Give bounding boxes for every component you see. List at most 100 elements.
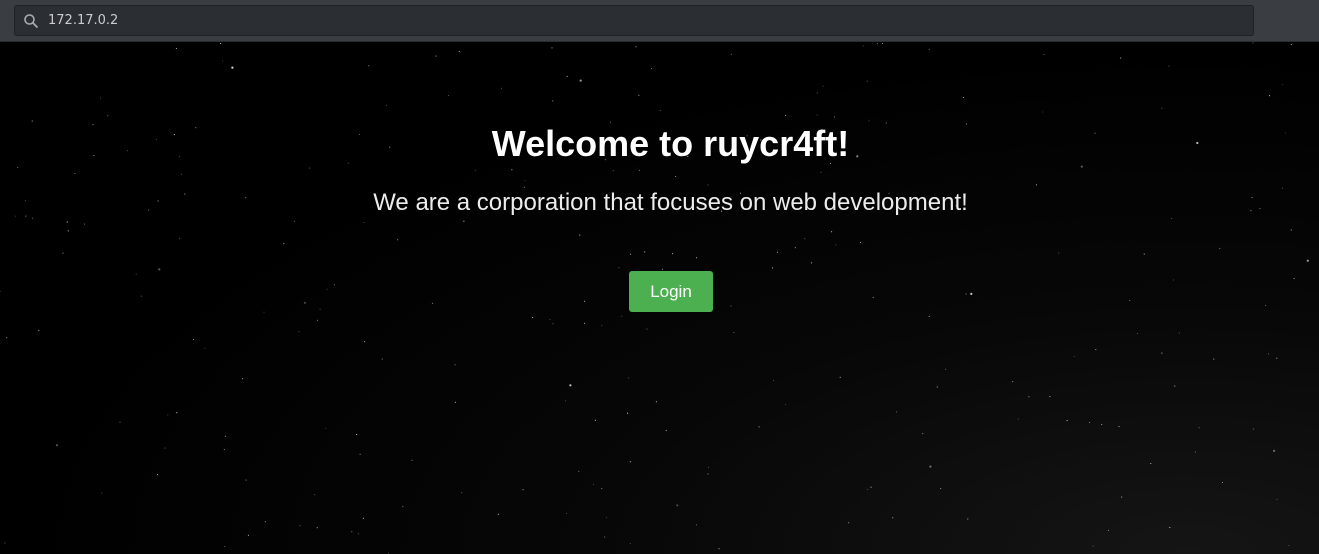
star [833,116,835,118]
star [578,470,580,472]
star [164,447,166,449]
star [363,222,365,224]
star [167,414,169,416]
star [839,376,841,378]
star [940,487,942,490]
star [820,171,822,173]
star [224,546,226,548]
star [303,301,306,304]
star [1035,184,1038,186]
star [314,494,316,496]
star [351,531,353,533]
star [326,288,328,290]
star [1107,529,1109,531]
search-icon [24,14,38,28]
star [870,486,872,488]
star [601,324,603,326]
login-button[interactable]: Login [629,271,713,312]
star [651,68,653,70]
star [882,42,884,45]
star [579,234,581,236]
star [358,533,360,535]
star [175,47,177,50]
star [626,412,629,414]
star [896,411,898,413]
star [119,421,121,423]
star [107,115,109,117]
star [772,379,775,381]
star [583,322,586,324]
star [221,60,224,62]
star [707,466,709,468]
star [454,401,456,403]
star [363,341,366,343]
star [601,488,603,490]
star [638,169,640,171]
star [707,184,709,186]
star [458,50,460,52]
star [140,295,142,297]
star [1101,424,1103,426]
star [231,66,234,69]
star [868,120,870,122]
star [264,521,266,523]
star [524,180,526,182]
star [804,238,806,240]
star [356,433,358,436]
star [1219,248,1221,250]
star [929,465,932,468]
star [1073,355,1075,358]
star [1143,253,1145,255]
star [1168,65,1170,67]
star [1066,420,1068,422]
star [876,43,878,45]
star [718,548,720,550]
star [928,48,930,51]
star [628,377,630,379]
star [1017,418,1019,420]
star [621,315,623,317]
star [224,435,226,437]
star [523,186,525,188]
star [579,79,582,82]
star [308,167,310,169]
star [178,237,180,239]
star [223,448,225,451]
star [552,100,554,102]
star [646,328,648,330]
star [1221,481,1224,484]
star [1118,425,1120,428]
star [862,45,864,47]
star [1290,229,1292,231]
star [1092,545,1094,547]
star [970,292,973,295]
star [1288,545,1290,547]
star [532,316,534,318]
star [316,319,318,321]
star [463,220,465,222]
star [661,268,663,270]
star [1012,381,1014,383]
star [872,296,874,298]
star [835,244,837,246]
star [1306,259,1309,262]
star [965,293,967,295]
star [1252,42,1254,44]
star [1120,57,1122,59]
star [411,459,413,461]
star [283,242,285,245]
star [671,253,674,255]
star [549,318,551,320]
star [1169,526,1171,528]
star [135,273,137,275]
address-bar[interactable]: 172.17.0.2 [14,5,1254,36]
star [474,169,476,171]
star [497,513,499,515]
star [675,175,677,178]
star [1276,357,1278,359]
star [794,247,796,249]
star [17,167,19,169]
star [552,323,554,325]
star [219,42,222,45]
star [551,47,553,49]
